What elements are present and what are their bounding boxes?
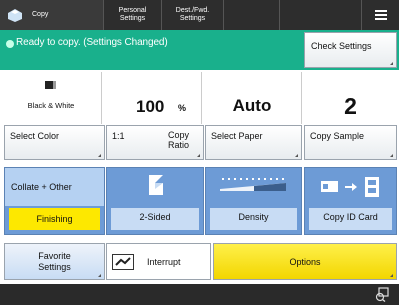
counter-check-icon[interactable]: [375, 287, 391, 302]
copy-sample-label: Copy Sample: [310, 131, 365, 141]
select-paper-button[interactable]: Select Paper: [205, 125, 302, 160]
interrupt-icon: [112, 254, 134, 270]
info-row: Black & White 100 % Auto 2: [0, 72, 399, 124]
tab-personal-line1: Personal: [118, 7, 147, 14]
copy-ratio-label: Copy Ratio: [168, 130, 189, 150]
ratio-value: 100: [136, 97, 165, 116]
copy-id-card-tile[interactable]: Copy ID Card: [304, 167, 397, 235]
status-dot-icon: [6, 40, 14, 48]
copy-sample-button[interactable]: Copy Sample: [304, 125, 397, 160]
density-icon: [220, 178, 286, 191]
id-card-icon: [321, 177, 379, 197]
paper-value: Auto: [232, 96, 272, 115]
two-sided-label: 2-Sided: [111, 208, 199, 230]
corner-arrow-icon: [98, 274, 101, 277]
ratio-display: 100 %: [102, 72, 202, 124]
tab-copy-label: Copy: [32, 11, 49, 18]
tab-personal-line2: Settings: [119, 15, 146, 22]
favorite-line1: Favorite: [38, 251, 71, 261]
favorite-line2: Settings: [38, 262, 71, 272]
corner-arrow-icon: [390, 62, 393, 65]
two-sided-icon: [149, 175, 163, 195]
copy-ratio-line2: Ratio: [167, 140, 189, 150]
tab-dest-line2: Settings: [179, 15, 206, 22]
quantity-display: 2: [302, 72, 399, 124]
tab-dest-fwd-settings[interactable]: Dest./Fwd. Settings: [162, 0, 224, 30]
two-sided-tile[interactable]: 2-Sided: [106, 167, 204, 235]
tab-empty-1[interactable]: [224, 0, 280, 30]
interrupt-button[interactable]: Interrupt: [106, 243, 211, 280]
copy-icon: [8, 9, 22, 22]
corner-arrow-icon: [295, 154, 298, 157]
bw-icon: [45, 81, 56, 89]
copy-ratio-line1: Copy: [167, 130, 189, 140]
tab-personal-settings[interactable]: Personal Settings: [104, 0, 162, 30]
density-tile[interactable]: Density: [205, 167, 302, 235]
select-color-button[interactable]: Select Color: [4, 125, 105, 160]
check-settings-button[interactable]: Check Settings: [304, 32, 397, 68]
menu-icon: [374, 10, 387, 20]
color-mode-display: Black & White: [0, 72, 102, 124]
finishing-label: Finishing: [9, 208, 100, 230]
select-color-label: Select Color: [10, 131, 60, 141]
corner-arrow-icon: [197, 154, 200, 157]
ratio-prefix: 1:1: [112, 131, 125, 141]
select-paper-label: Select Paper: [211, 131, 263, 141]
copy-ratio-button[interactable]: 1:1 Copy Ratio: [106, 125, 204, 160]
footer-bar: [0, 284, 399, 305]
corner-arrow-icon: [390, 154, 393, 157]
interrupt-label: Interrupt: [147, 257, 181, 267]
tab-copy[interactable]: Copy: [0, 0, 104, 30]
top-bar: Copy Personal Settings Dest./Fwd. Settin…: [0, 0, 399, 30]
quantity-value: 2: [344, 93, 357, 119]
tab-dest-line1: Dest./Fwd.: [175, 7, 210, 14]
options-button[interactable]: Options: [213, 243, 397, 280]
paper-display: Auto: [202, 72, 302, 124]
status-message: Ready to copy. (Settings Changed): [16, 37, 168, 48]
menu-button[interactable]: [362, 0, 399, 30]
tab-empty-2[interactable]: [280, 0, 362, 30]
density-label: Density: [210, 208, 297, 230]
corner-arrow-icon: [390, 274, 393, 277]
corner-arrow-icon: [98, 154, 101, 157]
ratio-unit: %: [178, 103, 187, 113]
check-settings-label: Check Settings: [311, 41, 372, 51]
options-label: Options: [289, 257, 321, 267]
favorite-settings-button[interactable]: Favorite Settings: [4, 243, 105, 280]
finishing-tile[interactable]: Collate + Other Finishing: [4, 167, 105, 235]
collate-other-label: Collate + Other: [5, 168, 104, 206]
copy-id-card-label: Copy ID Card: [309, 208, 392, 230]
color-mode-label: Black & White: [27, 101, 75, 110]
